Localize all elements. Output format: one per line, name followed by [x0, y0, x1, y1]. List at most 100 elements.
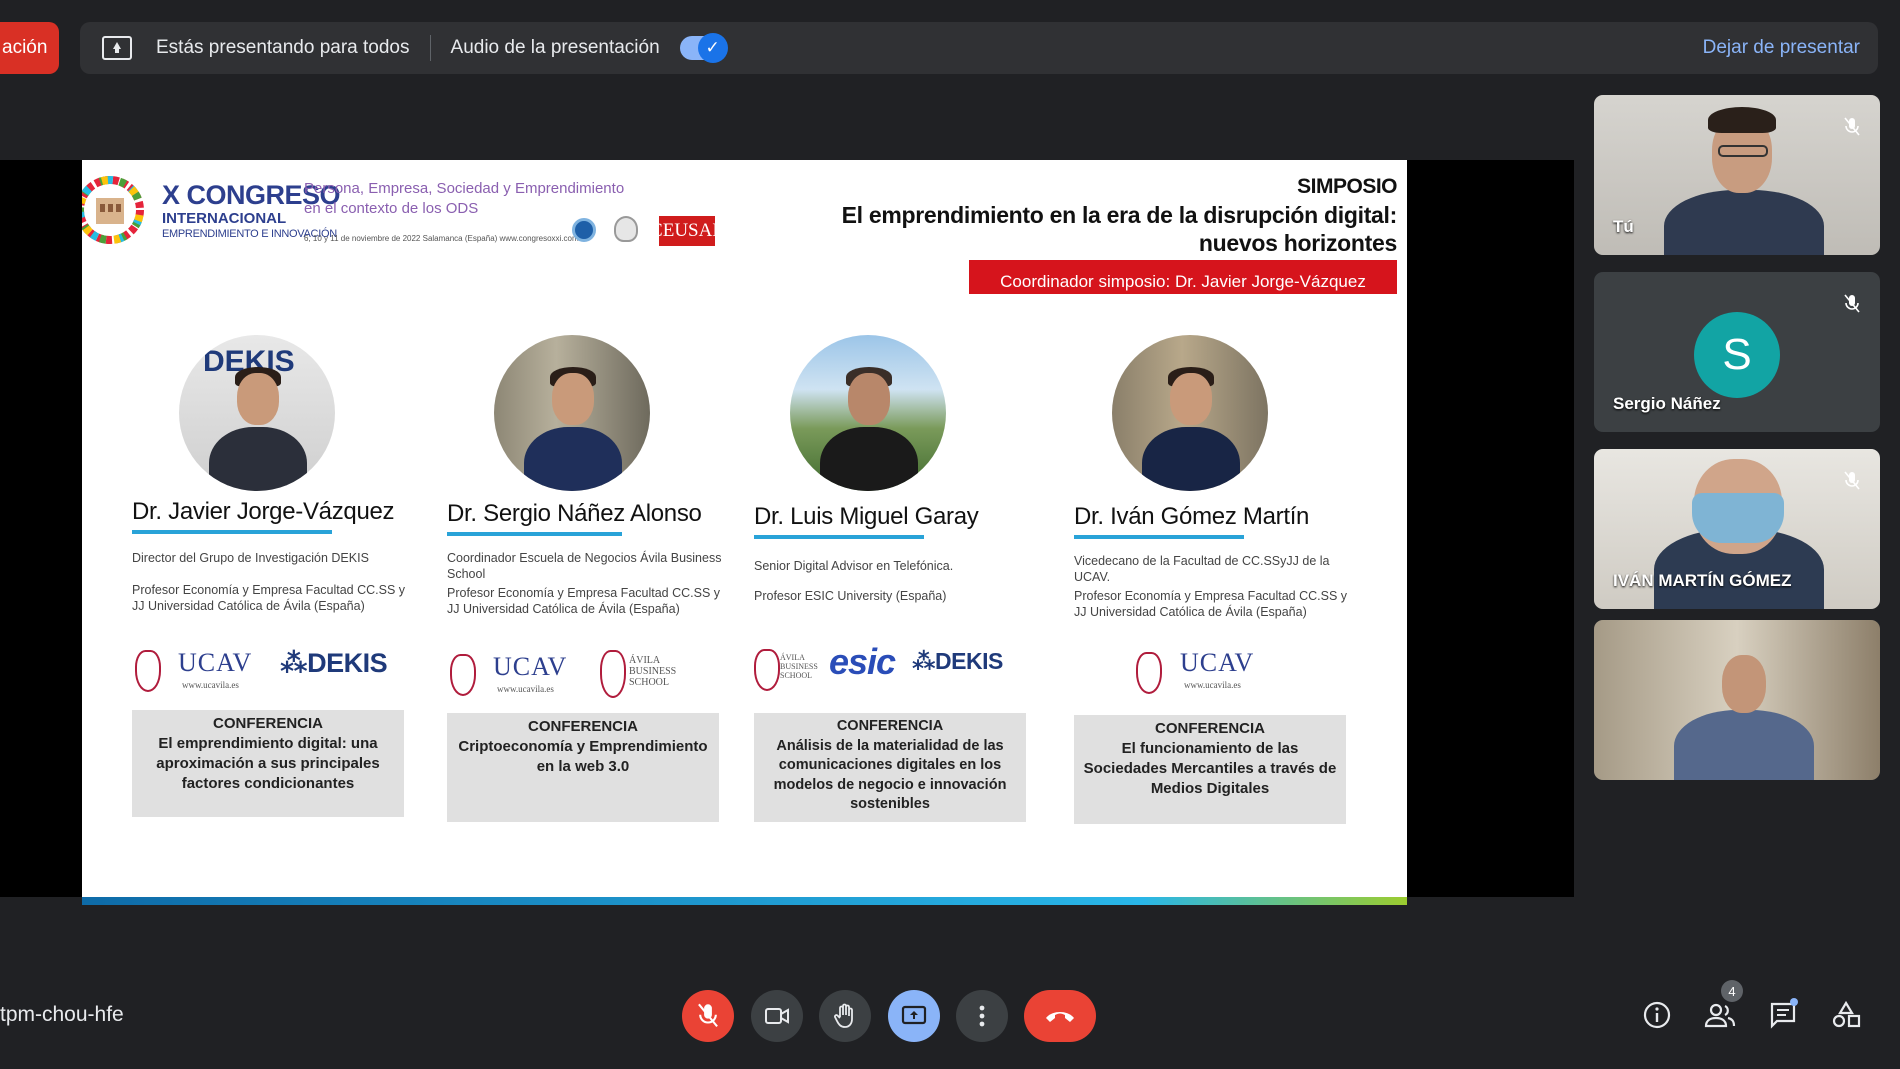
divider	[429, 35, 431, 61]
presentation-audio-toggle[interactable]: ✓	[679, 33, 728, 63]
ucav-crest-icon	[450, 654, 476, 696]
speaker-photo	[1112, 335, 1268, 491]
speaker-affiliation: Profesor ESIC University (España)	[754, 589, 947, 603]
mic-off-icon	[1844, 471, 1860, 490]
dekis-logo-text: DEKIS	[935, 648, 1003, 674]
presenting-status: Estás presentando para todos	[156, 37, 410, 58]
participant-tile[interactable]: Tú	[1594, 95, 1880, 255]
name-underline	[132, 530, 332, 534]
participant-tile[interactable]: IVÁN MARTÍN GÓMEZ	[1594, 449, 1880, 609]
conference-label: CONFERENCIA	[836, 718, 944, 734]
coordinator-banner: Coordinador simposio: Dr. Javier Jorge-V…	[969, 260, 1397, 294]
conference-box: CONFERENCIA Análisis de la materialidad …	[754, 713, 1026, 822]
present-screen-button[interactable]	[888, 990, 940, 1042]
conference-label: CONFERENCIA	[527, 718, 638, 735]
avila-crest-icon	[600, 650, 626, 698]
ucav-logo: UCAV	[178, 648, 253, 677]
conference-label: CONFERENCIA	[1154, 720, 1265, 737]
participant-name: Sergio Náñez	[1613, 394, 1721, 413]
name-underline	[754, 535, 924, 539]
speaker-affiliation: Profesor Economía y Empresa Facultad CC.…	[132, 583, 406, 613]
congress-subtitle: INTERNACIONAL	[162, 210, 287, 227]
leave-call-button[interactable]	[1024, 990, 1096, 1042]
stop-presenting-button[interactable]: ación	[0, 22, 59, 74]
speaker-role: Director del Grupo de Investigación DEKI…	[132, 551, 369, 565]
name-underline	[1074, 535, 1244, 539]
mic-off-icon	[1844, 294, 1860, 313]
ucav-url: www.ucavila.es	[497, 684, 554, 694]
speaker-role: Vicedecano de la Facultad de CC.SSyJJ de…	[1074, 554, 1330, 584]
dekis-logo: ⁂DEKIS	[280, 648, 388, 678]
esic-logo: esic	[829, 641, 896, 682]
presenting-bar: Estás presentando para todos Audio de la…	[80, 22, 1878, 74]
speaker-affiliation: Profesor Economía y Empresa Facultad CC.…	[447, 586, 721, 616]
more-options-button[interactable]	[956, 990, 1008, 1042]
check-icon: ✓	[697, 33, 728, 63]
speaker-photo: DEKIS	[179, 335, 335, 491]
participant-name: IVÁN MARTÍN GÓMEZ	[1613, 571, 1792, 590]
conference-box: CONFERENCIA El emprendimiento digital: u…	[132, 710, 404, 817]
camera-toggle-button[interactable]	[751, 990, 803, 1042]
conference-title: Criptoeconomía y Emprendimiento en la we…	[458, 738, 708, 775]
shared-screen: X CONGRESO INTERNACIONAL EMPRENDIMIENTO …	[0, 160, 1574, 905]
conference-box: CONFERENCIA El funcionamiento de las Soc…	[1074, 715, 1346, 824]
mic-off-icon	[1844, 117, 1860, 136]
ucav-url: www.ucavila.es	[182, 680, 239, 690]
speaker-logos: ÁVILA BUSINESS SCHOOL esic ⁂DEKIS	[754, 641, 1044, 695]
dekis-logo-text: DEKIS	[307, 648, 388, 678]
people-count-badge: 4	[1721, 980, 1743, 1002]
more-vert-icon	[979, 1005, 985, 1027]
meeting-code: tpm-chou-hfe	[0, 1003, 124, 1026]
conference-title: El funcionamiento de las Sociedades Merc…	[1083, 740, 1337, 797]
congress-dates: 6, 10 y 11 de noviembre de 2022 Salamanc…	[304, 234, 579, 243]
ucav-logo: UCAV	[1180, 648, 1255, 677]
name-underline	[447, 532, 622, 536]
ucav-logo: UCAV	[493, 652, 568, 681]
ucav-url: www.ucavila.es	[1184, 680, 1241, 690]
speaker-name: Dr. Javier Jorge-Vázquez	[132, 498, 395, 525]
speaker-role: Senior Digital Advisor en Telefónica.	[754, 559, 954, 573]
people-icon	[1704, 1003, 1736, 1028]
participant-name: Tú	[1613, 217, 1634, 236]
conference-title: El emprendimiento digital: una aproximac…	[156, 735, 380, 792]
symposium-title: El emprendimiento en la era de la disrup…	[841, 202, 1398, 256]
stop-presenting-link[interactable]: Dejar de presentar	[1703, 37, 1860, 59]
speaker-affiliation: Profesor Economía y Empresa Facultad CC.…	[1074, 589, 1348, 619]
avila-crest-icon	[754, 649, 780, 691]
speaker-name: Dr. Sergio Náñez Alonso	[447, 500, 702, 527]
activities-button[interactable]	[1828, 997, 1864, 1033]
speaker-role: Coordinador Escuela de Negocios Ávila Bu…	[447, 551, 722, 581]
avila-business-school-logo: ÁVILA BUSINESS SCHOOL	[780, 653, 818, 680]
meeting-details-button[interactable]	[1639, 997, 1675, 1033]
ceusal-logo: CEUSAL	[650, 216, 724, 246]
participant-tile[interactable]	[1594, 620, 1880, 780]
present-screen-icon	[901, 1005, 927, 1025]
speaker-name: Dr. Luis Miguel Garay	[754, 503, 979, 530]
ucav-crest-icon	[1136, 652, 1162, 694]
people-button[interactable]	[1702, 997, 1738, 1033]
congress-logo-icon	[82, 176, 144, 244]
speaker-photo	[790, 335, 946, 491]
microphone-toggle-button[interactable]	[682, 990, 734, 1042]
raise-hand-button[interactable]	[819, 990, 871, 1042]
chat-notification-dot	[1790, 998, 1798, 1006]
activities-icon	[1832, 1001, 1861, 1028]
hang-up-icon	[1046, 1012, 1074, 1022]
participant-tile[interactable]: S Sergio Náñez	[1594, 272, 1880, 432]
stop-presenting-label: ación	[2, 37, 48, 58]
speaker-logos: UCAV www.ucavila.es	[1074, 648, 1364, 698]
participant-avatar: S	[1694, 312, 1780, 398]
congress-tagline: Persona, Empresa, Sociedad y Emprendimie…	[304, 180, 625, 197]
dekis-logo: ⁂DEKIS	[912, 648, 1003, 674]
presentation-audio-label: Audio de la presentación	[450, 37, 660, 58]
info-icon	[1643, 1001, 1671, 1029]
ucav-crest-icon	[135, 650, 161, 692]
speaker-name: Dr. Iván Gómez Martín	[1074, 503, 1310, 530]
speaker-photo	[494, 335, 650, 491]
organization-badge-icon	[572, 218, 596, 242]
conference-label: CONFERENCIA	[212, 715, 323, 732]
congress-tagline-2: en el contexto de los ODS	[304, 200, 479, 217]
mic-off-icon	[698, 1003, 718, 1028]
hand-icon	[834, 1003, 853, 1028]
conference-box: CONFERENCIA Criptoeconomía y Emprendimie…	[447, 713, 719, 822]
